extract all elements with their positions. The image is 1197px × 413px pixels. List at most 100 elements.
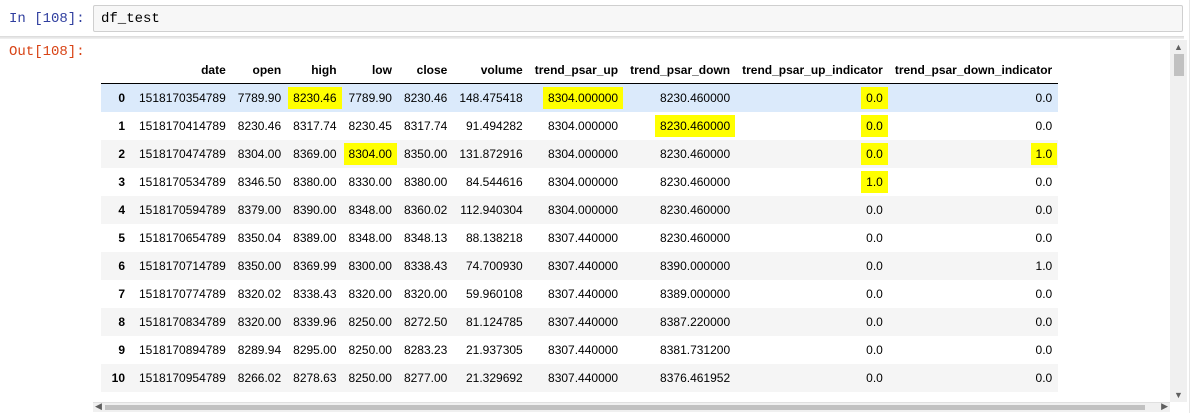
table-cell: 8230.460000 <box>624 83 737 112</box>
output-area[interactable]: date open high low close volume trend_psar_up t… <box>93 40 1170 402</box>
table-cell: 0.0 <box>736 83 889 112</box>
table-cell: 8307.440000 <box>548 343 619 357</box>
table-cell: 8380.00 <box>293 175 337 189</box>
table-cell: 8338.43 <box>397 252 454 280</box>
table-cell: 8320.00 <box>231 308 288 336</box>
row-index: 2 <box>101 140 133 168</box>
table-cell: 8230.460000 <box>660 175 731 189</box>
horizontal-scrollbar[interactable]: ◀ ▶ <box>93 401 1170 412</box>
column-header: high <box>287 57 343 84</box>
row-index: 7 <box>118 287 125 301</box>
input-prompt: In [108]: <box>9 11 85 27</box>
table-cell: 8230.46 <box>287 83 343 112</box>
table-cell: 8317.74 <box>403 119 448 133</box>
table-row: 2 1518170474789 8304.00 8369.00 8304.00 8350.… <box>101 140 1059 168</box>
table-cell: 1.0 <box>888 252 1059 280</box>
table-cell: 8272.50 <box>397 308 454 336</box>
table-header-row: date open high low close volume trend_psar_up t… <box>101 57 1059 84</box>
table-row: 5 1518170654789 8350.04 8389.00 8348.00 8348.… <box>101 224 1058 252</box>
scroll-up-icon[interactable]: ▲ <box>1170 40 1187 54</box>
table-cell: 1518170474789 <box>133 140 232 168</box>
highlighted-value: 0.0 <box>863 145 886 163</box>
table-cell: 81.124785 <box>453 308 529 336</box>
table-cell: 0.0 <box>1035 287 1053 301</box>
table-row: 6 1518170714789 8350.00 8369.99 8300.00 8338.… <box>101 252 1059 280</box>
table-row: 9 1518170894789 8289.94 8295.00 8250.00 8283.… <box>101 336 1058 364</box>
column-header: trend_psar_down_indicator <box>888 57 1059 84</box>
hscroll-thumb[interactable] <box>105 405 1145 410</box>
table-cell: 8317.74 <box>293 119 337 133</box>
highlighted-value: 8304.000000 <box>545 89 622 107</box>
table-cell: 8250.00 <box>348 343 392 357</box>
table-cell: 0.0 <box>888 308 1059 336</box>
table-cell: 7789.90 <box>342 83 398 112</box>
scroll-down-icon[interactable]: ▼ <box>1170 388 1187 402</box>
table-cell: 8278.63 <box>287 364 343 392</box>
table-cell: 8380.00 <box>403 175 448 189</box>
table-cell: 8230.460000 <box>624 140 737 168</box>
table-cell: 8307.440000 <box>548 231 619 245</box>
highlighted-value: 0.0 <box>863 89 886 107</box>
highlighted-value: 1.0 <box>1032 145 1056 163</box>
table-cell: 1518170534789 <box>139 175 226 189</box>
table-cell: 8300.00 <box>342 252 398 280</box>
code-input[interactable]: df_test <box>93 5 1183 32</box>
table-row: 1 1518170414789 8230.46 8317.74 8230.45 8317.… <box>101 112 1058 140</box>
table-cell: 0.0 <box>888 196 1059 224</box>
cell-divider <box>0 36 1184 39</box>
column-header: trend_psar_up_indicator <box>736 57 889 84</box>
table-cell: 1518170594789 <box>133 196 232 224</box>
table-cell: 8295.00 <box>293 343 337 357</box>
table-cell: 8348.13 <box>403 231 448 245</box>
table-cell: 8307.440000 <box>548 287 619 301</box>
table-cell: 8307.440000 <box>528 252 625 280</box>
table-cell: 8304.000000 <box>528 83 625 112</box>
scroll-thumb[interactable] <box>1174 54 1184 76</box>
scroll-right-icon[interactable]: ▶ <box>1161 401 1168 412</box>
table-cell: 8320.02 <box>237 287 282 301</box>
highlighted-value: 1.0 <box>863 173 886 191</box>
table-cell: 8307.440000 <box>528 364 625 392</box>
table-row: 8 1518170834789 8320.00 8339.96 8250.00 8272.… <box>101 308 1059 336</box>
table-cell: 0.0 <box>736 140 889 168</box>
column-header: date <box>133 57 232 84</box>
table-cell: 8277.00 <box>397 364 454 392</box>
row-index: 6 <box>101 252 133 280</box>
window-edge <box>1189 0 1197 413</box>
vertical-scrollbar[interactable]: ▲ ▼ <box>1170 40 1187 402</box>
table-cell: 1518170954789 <box>133 364 232 392</box>
table-cell: 0.0 <box>866 343 883 357</box>
table-cell: 1518170354789 <box>133 83 232 112</box>
column-header: low <box>342 57 398 84</box>
table-cell: 8266.02 <box>231 364 288 392</box>
index-header <box>101 57 133 84</box>
table-cell: 8369.99 <box>287 252 343 280</box>
table-cell: 0.0 <box>1035 231 1053 245</box>
table-cell: 8283.23 <box>403 343 448 357</box>
table-cell: 8230.460000 <box>624 196 737 224</box>
table-cell: 8304.000000 <box>548 175 619 189</box>
row-index: 0 <box>101 83 133 112</box>
row-index: 3 <box>118 175 125 189</box>
table-cell: 0.0 <box>888 83 1059 112</box>
scroll-left-icon[interactable]: ◀ <box>95 401 102 412</box>
table-cell: 88.138218 <box>466 231 523 245</box>
table-cell: 8389.000000 <box>660 287 731 301</box>
table-cell: 7789.90 <box>231 83 288 112</box>
table-cell: 59.960108 <box>466 287 523 301</box>
table-cell: 0.0 <box>888 364 1059 392</box>
table-cell: 8346.50 <box>237 175 282 189</box>
table-cell: 8381.731200 <box>660 343 731 357</box>
table-cell: 8338.43 <box>293 287 337 301</box>
table-cell: 112.940304 <box>453 196 529 224</box>
dataframe-table: date open high low close volume trend_psar_up t… <box>101 57 1059 392</box>
table-cell: 8230.460000 <box>660 231 731 245</box>
table-cell: 0.0 <box>736 112 889 140</box>
row-index: 4 <box>101 196 133 224</box>
table-cell: 0.0 <box>1035 343 1053 357</box>
table-cell: 1518170714789 <box>133 252 232 280</box>
table-cell: 8304.00 <box>231 140 288 168</box>
row-index: 9 <box>118 343 125 357</box>
table-cell: 91.494282 <box>466 119 523 133</box>
table-cell: 0.0 <box>736 308 889 336</box>
